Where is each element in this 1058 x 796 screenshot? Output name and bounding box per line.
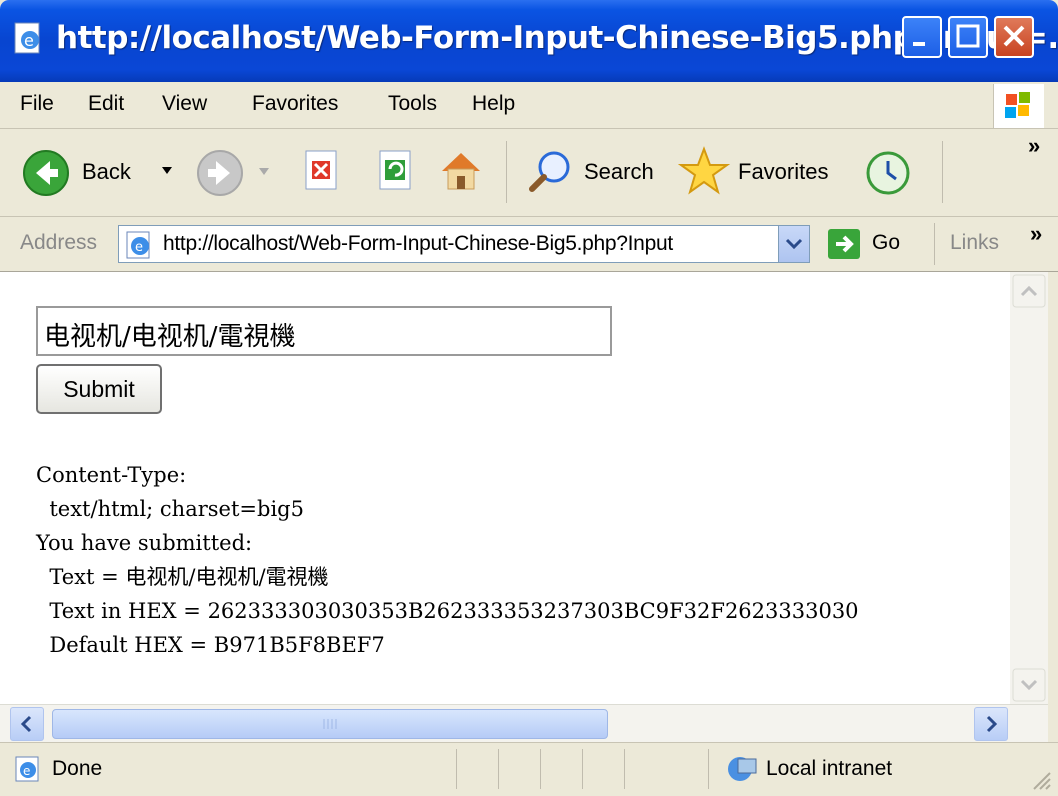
history-icon[interactable]: [864, 149, 912, 197]
title-bar[interactable]: e http://localhost/Web-Form-Input-Chines…: [0, 0, 1058, 82]
back-dropdown-icon[interactable]: [160, 165, 174, 177]
zone-text: Local intranet: [766, 757, 893, 780]
submit-button[interactable]: Submit: [36, 364, 162, 414]
forward-dropdown-icon[interactable]: [258, 167, 270, 177]
search-button[interactable]: Search: [584, 159, 654, 185]
close-icon: [1003, 25, 1025, 47]
ie-page-icon: e: [15, 756, 39, 782]
address-separator: [934, 223, 935, 265]
menu-favorites[interactable]: Favorites: [252, 92, 338, 116]
search-icon[interactable]: [526, 147, 574, 195]
menu-help[interactable]: Help: [472, 92, 515, 116]
menu-file[interactable]: File: [20, 92, 54, 116]
status-bar: e Done Local intranet: [0, 742, 1058, 796]
address-dropdown-button[interactable]: [778, 226, 809, 262]
output-charset: text/html; charset=big5: [36, 497, 304, 521]
menu-tools[interactable]: Tools: [388, 92, 437, 116]
status-text: Done: [52, 757, 103, 780]
output-text-hex: Text in HEX = 262333303030353B2623333532…: [36, 599, 859, 623]
standard-toolbar: Back Search Favorites »: [0, 129, 1058, 217]
horizontal-scrollbar[interactable]: [0, 704, 1048, 743]
text-input-value: 电视机/电视机/電視機: [44, 322, 296, 352]
links-overflow-chevron[interactable]: »: [1030, 221, 1042, 247]
status-divider: [708, 749, 709, 789]
scroll-left-icon: [20, 715, 32, 733]
address-bar: Address e http://localhost/Web-Form-Inpu…: [0, 217, 1058, 272]
windows-flag-icon: [1005, 92, 1030, 118]
maximize-icon: [956, 24, 980, 48]
toolbar-separator: [506, 141, 507, 203]
close-button[interactable]: [994, 16, 1034, 58]
address-url: http://localhost/Web-Form-Input-Chinese-…: [163, 232, 673, 255]
status-divider: [498, 749, 499, 789]
toolbar-separator-2: [942, 141, 943, 203]
svg-text:e: e: [23, 764, 30, 778]
status-divider: [456, 749, 457, 789]
menu-view[interactable]: View: [162, 92, 207, 116]
status-divider: [540, 749, 541, 789]
links-button[interactable]: Links: [950, 231, 999, 255]
scroll-down-icon[interactable]: [1012, 668, 1046, 702]
svg-text:e: e: [135, 240, 143, 255]
minimize-icon: [913, 42, 925, 46]
output-content-type-label: Content-Type:: [36, 463, 187, 487]
favorites-button[interactable]: Favorites: [738, 159, 828, 185]
home-icon[interactable]: [436, 145, 486, 195]
scroll-right-button[interactable]: [974, 707, 1008, 741]
scroll-up-icon[interactable]: [1012, 274, 1046, 308]
forward-arrow-icon[interactable]: [196, 149, 244, 197]
vertical-scrollbar[interactable]: [1010, 272, 1048, 704]
menu-bar: File Edit View Favorites Tools Help: [0, 82, 1058, 129]
output-text: Text = 电视机/电视机/電視機: [36, 565, 329, 589]
favorites-star-icon[interactable]: [678, 145, 730, 197]
windows-logo: [993, 84, 1044, 128]
resize-grip-icon[interactable]: [1030, 769, 1052, 791]
output-default-hex: Default HEX = B971B5F8BEF7: [36, 633, 385, 657]
toolbar-overflow-chevron[interactable]: »: [1028, 133, 1040, 159]
back-button[interactable]: Back: [82, 159, 131, 185]
svg-text:e: e: [24, 31, 34, 50]
local-intranet-icon: [728, 757, 757, 781]
refresh-icon[interactable]: [376, 149, 416, 193]
menu-edit[interactable]: Edit: [88, 92, 124, 116]
scroll-left-button[interactable]: [10, 707, 44, 741]
grip-icon: [323, 719, 337, 729]
chevron-down-icon: [785, 238, 803, 250]
go-button[interactable]: Go: [872, 231, 900, 255]
stop-icon[interactable]: [302, 149, 342, 193]
text-input[interactable]: 电视机/电视机/電視機: [36, 306, 612, 356]
horizontal-scroll-thumb[interactable]: [52, 709, 608, 739]
address-label: Address: [20, 231, 98, 254]
back-arrow-icon[interactable]: [22, 149, 70, 197]
page-content: 电视机/电视机/電視機 Submit Content-Type: text/ht…: [0, 272, 1010, 704]
ie-page-icon: e: [14, 22, 40, 54]
status-divider: [582, 749, 583, 789]
page-icon: e: [126, 231, 150, 259]
scroll-right-icon: [986, 715, 998, 733]
maximize-button[interactable]: [948, 16, 988, 58]
address-field[interactable]: e http://localhost/Web-Form-Input-Chines…: [118, 225, 810, 263]
minimize-button[interactable]: [902, 16, 942, 58]
status-divider: [624, 749, 625, 789]
browser-window: e http://localhost/Web-Form-Input-Chines…: [0, 0, 1058, 796]
go-arrow-icon[interactable]: [826, 227, 862, 261]
output-submitted-label: You have submitted:: [36, 531, 253, 555]
